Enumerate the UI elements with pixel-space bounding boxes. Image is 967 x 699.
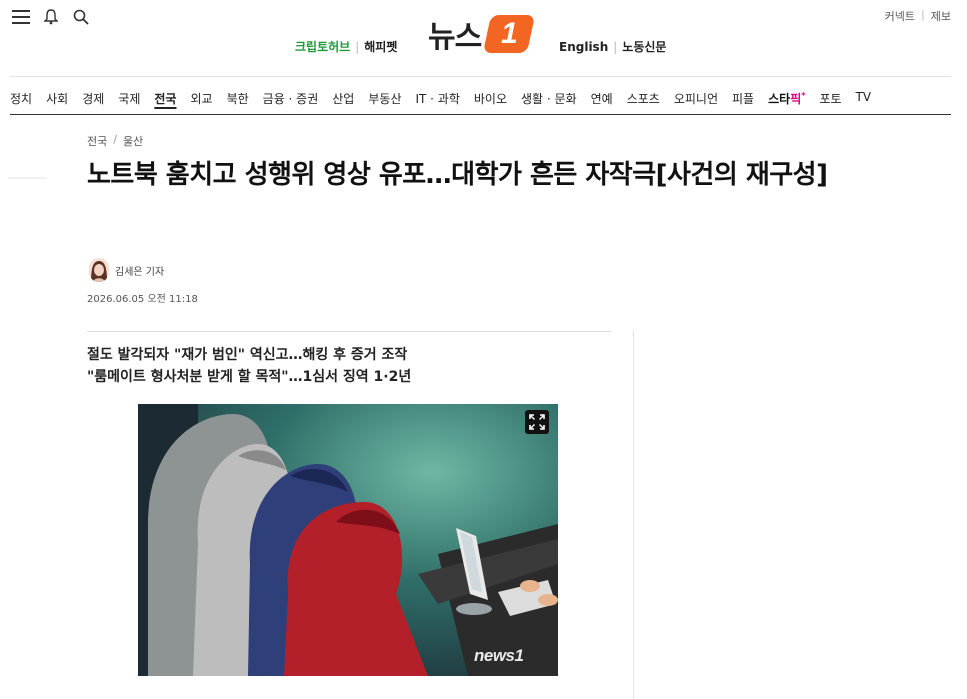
header-top-right: 커넥트 | 제보 — [885, 8, 951, 24]
article-date: 2026.06.05 오전 11:18 — [87, 294, 198, 305]
nav-item-life-culture[interactable]: 생활 · 문화 — [521, 90, 577, 110]
link-nodong[interactable]: 노동신문 — [622, 38, 666, 55]
star-pick-label: 스타 — [768, 92, 791, 106]
nav-item-star-pick[interactable]: 스타픽* — [768, 90, 805, 110]
main-nav: 정치 사회 경제 국제 전국 외교 북한 금융 · 증권 산업 부동산 IT ·… — [10, 90, 885, 110]
site-logo[interactable]: 뉴스 1 — [428, 12, 536, 56]
nav-rule-bottom — [10, 114, 951, 115]
link-connect[interactable]: 커넥트 — [885, 8, 915, 24]
subhead-line-1: 절도 발각되자 "재가 범인" 역신고…해킹 후 증거 조작 — [87, 347, 408, 363]
bell-icon[interactable] — [40, 6, 62, 28]
divider: | — [613, 39, 618, 54]
subhead-rule — [87, 331, 611, 332]
expand-icon — [529, 414, 545, 430]
nav-item-entertainment[interactable]: 연예 — [591, 90, 613, 110]
logo-mark: 1 — [483, 15, 536, 53]
author-name[interactable]: 김세은 기자 — [115, 263, 164, 278]
nav-item-sports[interactable]: 스포츠 — [627, 90, 660, 110]
header-sub-right: English | 노동신문 — [559, 38, 666, 55]
star-pick-mark: * — [801, 91, 806, 100]
nav-item-real-estate[interactable]: 부동산 — [368, 90, 401, 110]
nav-item-north-korea[interactable]: 북한 — [227, 90, 249, 110]
nav-item-economy[interactable]: 경제 — [82, 90, 104, 110]
nav-item-nationwide[interactable]: 전국 — [154, 90, 176, 110]
nav-item-politics[interactable]: 정치 — [10, 90, 32, 110]
photo-illustration — [138, 404, 558, 676]
nav-item-society[interactable]: 사회 — [46, 90, 68, 110]
divider: | — [921, 8, 925, 21]
breadcrumb: 전국 / 울산 — [87, 133, 143, 149]
expand-photo-button[interactable] — [525, 410, 549, 434]
article-photo[interactable] — [138, 404, 558, 676]
author-avatar[interactable] — [89, 258, 109, 282]
logo-mark-text: 1 — [500, 17, 518, 50]
search-icon[interactable] — [70, 6, 92, 28]
side-decoration — [8, 177, 46, 179]
nav-rule-top — [10, 76, 951, 77]
subhead-line-2: "룸메이트 형사처분 받게 할 목적"…1심서 징역 1·2년 — [87, 369, 412, 385]
byline: 김세은 기자 — [89, 258, 164, 282]
link-crypto-hub[interactable]: 크립토허브 — [295, 38, 350, 55]
nav-item-diplomacy[interactable]: 외교 — [190, 90, 212, 110]
link-english[interactable]: English — [559, 40, 608, 54]
site-header: 크립토허브 | 해피펫 뉴스 1 English | 노동신문 커넥트 | 제보 — [0, 0, 967, 78]
link-happy-pet[interactable]: 해피펫 — [364, 38, 397, 55]
star-pick-accent: 픽 — [790, 92, 802, 106]
menu-icon[interactable] — [10, 6, 32, 28]
nav-item-bio[interactable]: 바이오 — [474, 90, 507, 110]
link-tip[interactable]: 제보 — [931, 8, 951, 24]
nav-item-industry[interactable]: 산업 — [332, 90, 354, 110]
nav-item-people[interactable]: 피플 — [732, 90, 754, 110]
nav-item-finance[interactable]: 금융 · 증권 — [263, 90, 319, 110]
article-title: 노트북 훔치고 성행위 영상 유포…대학가 흔든 자작극[사건의 재구성] — [87, 160, 828, 190]
nav-item-it-science[interactable]: IT · 과학 — [415, 90, 459, 110]
column-divider — [633, 330, 634, 699]
nav-item-tv[interactable]: TV — [856, 90, 872, 110]
nav-item-photo[interactable]: 포토 — [819, 90, 841, 110]
header-sub-left: 크립토허브 | 해피펫 — [295, 38, 397, 55]
logo-text: 뉴스 — [428, 20, 482, 55]
header-icons — [10, 6, 92, 28]
article-subheads: 절도 발각되자 "재가 범인" 역신고…해킹 후 증거 조작 "룸메이트 형사처… — [87, 344, 411, 388]
breadcrumb-ulsan[interactable]: 울산 — [123, 133, 143, 149]
divider: | — [355, 39, 360, 54]
breadcrumb-nationwide[interactable]: 전국 — [87, 133, 107, 149]
breadcrumb-separator: / — [113, 133, 117, 146]
nav-item-opinion[interactable]: 오피니언 — [674, 90, 718, 110]
nav-item-international[interactable]: 국제 — [118, 90, 140, 110]
photo-watermark: news1 — [474, 646, 524, 665]
